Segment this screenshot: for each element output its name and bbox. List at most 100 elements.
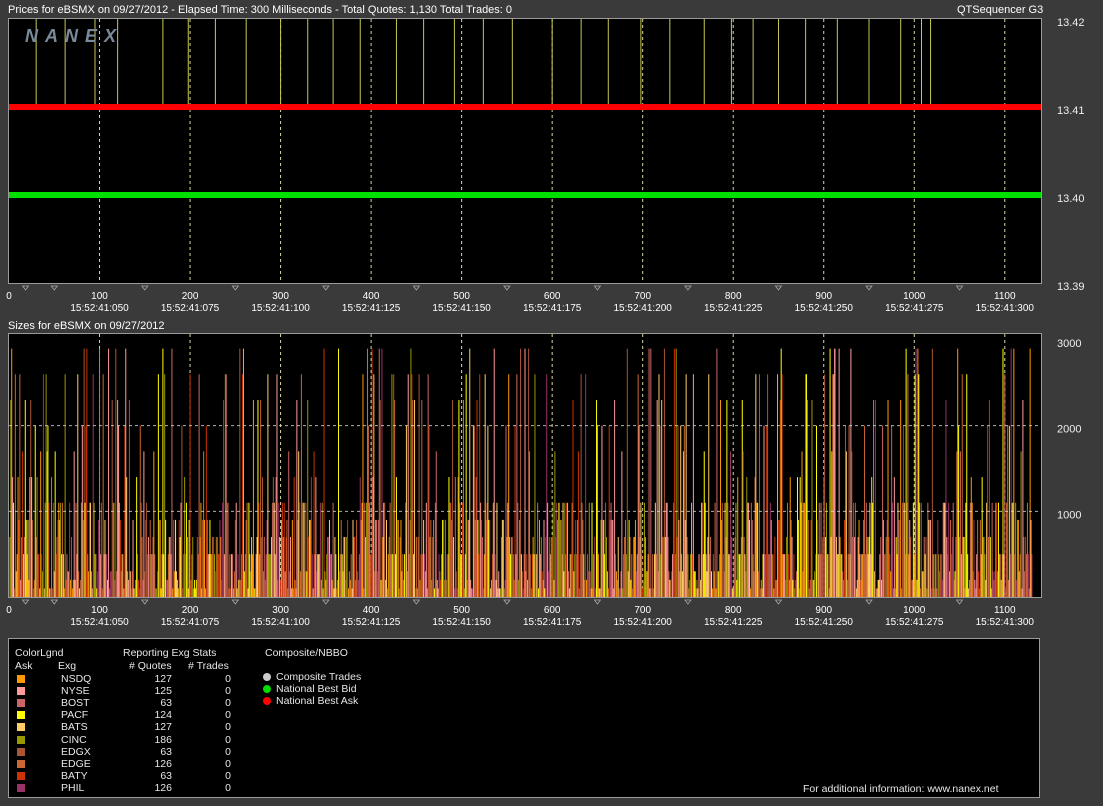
- size-x-tick-label: 300: [272, 605, 289, 616]
- price-x-marker: [50, 285, 59, 291]
- size-x-marker: [955, 599, 964, 605]
- legend-swatch: [17, 687, 25, 696]
- size-x-time-label: 15:52:41:050: [70, 617, 129, 628]
- sizes-chart: [9, 334, 1041, 597]
- legend-exchange-trades: 0: [225, 781, 231, 794]
- size-x-marker: [774, 599, 783, 605]
- legend-exchange-name: EDGX: [61, 745, 91, 758]
- price-y-tick-label: 13.39: [1057, 281, 1085, 293]
- legend-exchange-quotes: 127: [154, 673, 172, 685]
- size-x-tick-label: 1100: [994, 605, 1016, 616]
- price-x-time-label: 15:52:41:300: [976, 303, 1035, 314]
- price-x-marker: [684, 285, 692, 291]
- size-x-marker: [865, 599, 873, 605]
- size-x-tick-label: 0: [6, 605, 12, 616]
- price-x-marker: [593, 285, 602, 291]
- legend-trades-label: # Trades: [188, 660, 229, 672]
- size-x-tick-label: 900: [815, 605, 832, 616]
- legend-exchange-quotes: 63: [160, 745, 172, 758]
- legend-stats-label: Reporting Exg Stats: [123, 647, 217, 659]
- size-x-time-label: 15:52:41:250: [795, 617, 854, 628]
- legend-exchange-trades: 0: [225, 769, 231, 782]
- size-y-tick-label: 1000: [1057, 509, 1081, 521]
- legend-exchange-quotes: 124: [154, 709, 172, 722]
- nanex-watermark: NANEX: [25, 26, 124, 46]
- size-x-time-label: 15:52:41:275: [885, 617, 944, 628]
- price-x-time-label: 15:52:41:250: [795, 303, 854, 314]
- legend-exchange-name: PHIL: [61, 781, 85, 794]
- legend-exchange-quotes: 125: [154, 685, 172, 698]
- price-x-time-label: 15:52:41:075: [161, 303, 220, 314]
- legend-exchange-trades: 0: [225, 673, 231, 685]
- price-x-marker: [955, 285, 964, 291]
- price-x-time-label: 15:52:41:050: [70, 303, 129, 314]
- legend-exchange-name: BATS: [61, 721, 88, 734]
- size-x-marker: [231, 599, 240, 605]
- size-x-time-label: 15:52:41:125: [342, 617, 401, 628]
- size-x-tick-label: 1000: [903, 605, 926, 616]
- size-x-tick-label: 500: [453, 605, 470, 616]
- price-x-time-label: 15:52:41:200: [613, 303, 672, 314]
- legend-swatch: [17, 711, 25, 720]
- size-x-marker: [412, 599, 421, 605]
- legend-composite-item: National Best Bid: [276, 683, 357, 695]
- legend-exchange-trades: 0: [225, 721, 231, 734]
- price-x-time-label: 15:52:41:275: [885, 303, 944, 314]
- size-x-tick-label: 800: [725, 605, 742, 616]
- legend-composite-item: Composite Trades: [276, 671, 362, 683]
- legend-quotes-label: # Quotes: [129, 660, 172, 672]
- legend-swatch: [17, 735, 25, 744]
- price-x-time-label: 15:52:41:175: [523, 303, 582, 314]
- size-x-time-label: 15:52:41:200: [613, 617, 672, 628]
- price-x-tick-label: 200: [182, 291, 199, 302]
- legend-color-label: ColorLgnd: [15, 647, 64, 659]
- price-x-time-label: 15:52:41:150: [432, 303, 491, 314]
- legend-exchange-name: EDGE: [61, 757, 91, 770]
- legend-exchange-name: BATY: [61, 769, 88, 782]
- legend-exchange-name: CINC: [61, 733, 87, 746]
- legend-exchange-name: NYSE: [61, 685, 90, 698]
- prices-chart-panel: NANEX: [8, 18, 1042, 284]
- legend-swatch: [17, 723, 25, 732]
- price-x-time-label: 15:52:41:125: [342, 303, 401, 314]
- size-x-time-label: 15:52:41:175: [523, 617, 582, 628]
- size-x-time-label: 15:52:41:150: [432, 617, 491, 628]
- size-y-tick-label: 2000: [1057, 424, 1081, 436]
- size-x-marker: [140, 599, 149, 605]
- legend-exchange-trades: 0: [225, 685, 231, 698]
- sizes-x-axis: 0 10015:52:41:05020015:52:41:07530015:52:…: [6, 599, 1035, 628]
- price-x-marker: [865, 285, 873, 291]
- legend-swatch: [17, 759, 25, 768]
- price-y-tick-label: 13.42: [1057, 17, 1085, 29]
- price-x-tick-label: 700: [634, 291, 651, 302]
- legend-exchange-trades: 0: [225, 757, 231, 770]
- size-x-tick-label: 600: [544, 605, 561, 616]
- size-x-marker: [684, 599, 692, 605]
- legend-composite-dot: [263, 685, 271, 693]
- price-x-time-label: 15:52:41:225: [704, 303, 763, 314]
- prices-title: Prices for eBSMX on 09/27/2012 - Elapsed…: [8, 4, 513, 16]
- sizes-chart-panel: [8, 333, 1042, 598]
- price-x-tick-label: 400: [363, 291, 380, 302]
- sizes-y-axis: 3000 2000 1000: [1057, 338, 1081, 521]
- size-y-tick-label: 3000: [1057, 338, 1081, 350]
- legend-exchange-name: NSDQ: [61, 673, 92, 685]
- legend-exchange-quotes: 126: [154, 757, 172, 770]
- price-x-tick-label: 600: [544, 291, 561, 302]
- size-x-marker: [322, 599, 330, 605]
- legend-exchange-quotes: 127: [154, 721, 172, 734]
- size-x-tick-label: 700: [634, 605, 651, 616]
- prices-y-axis: 13.42 13.41 13.40 13.39: [1057, 17, 1085, 293]
- size-x-tick-label: 100: [91, 605, 108, 616]
- size-x-time-label: 15:52:41:075: [161, 617, 220, 628]
- price-x-tick-label: 1100: [994, 291, 1016, 302]
- size-x-time-label: 15:52:41:300: [976, 617, 1035, 628]
- legend-swatch: [17, 783, 25, 792]
- sizes-title: Sizes for eBSMX on 09/27/2012: [8, 320, 165, 332]
- legend-composite-label: Composite/NBBO: [265, 647, 348, 659]
- legend-ask-label: Ask: [15, 660, 33, 672]
- legend-exg-label: Exg: [58, 660, 77, 672]
- legend-swatch: [17, 699, 25, 708]
- legend-exchange-trades: 0: [225, 697, 231, 710]
- size-x-tick-label: 400: [363, 605, 380, 616]
